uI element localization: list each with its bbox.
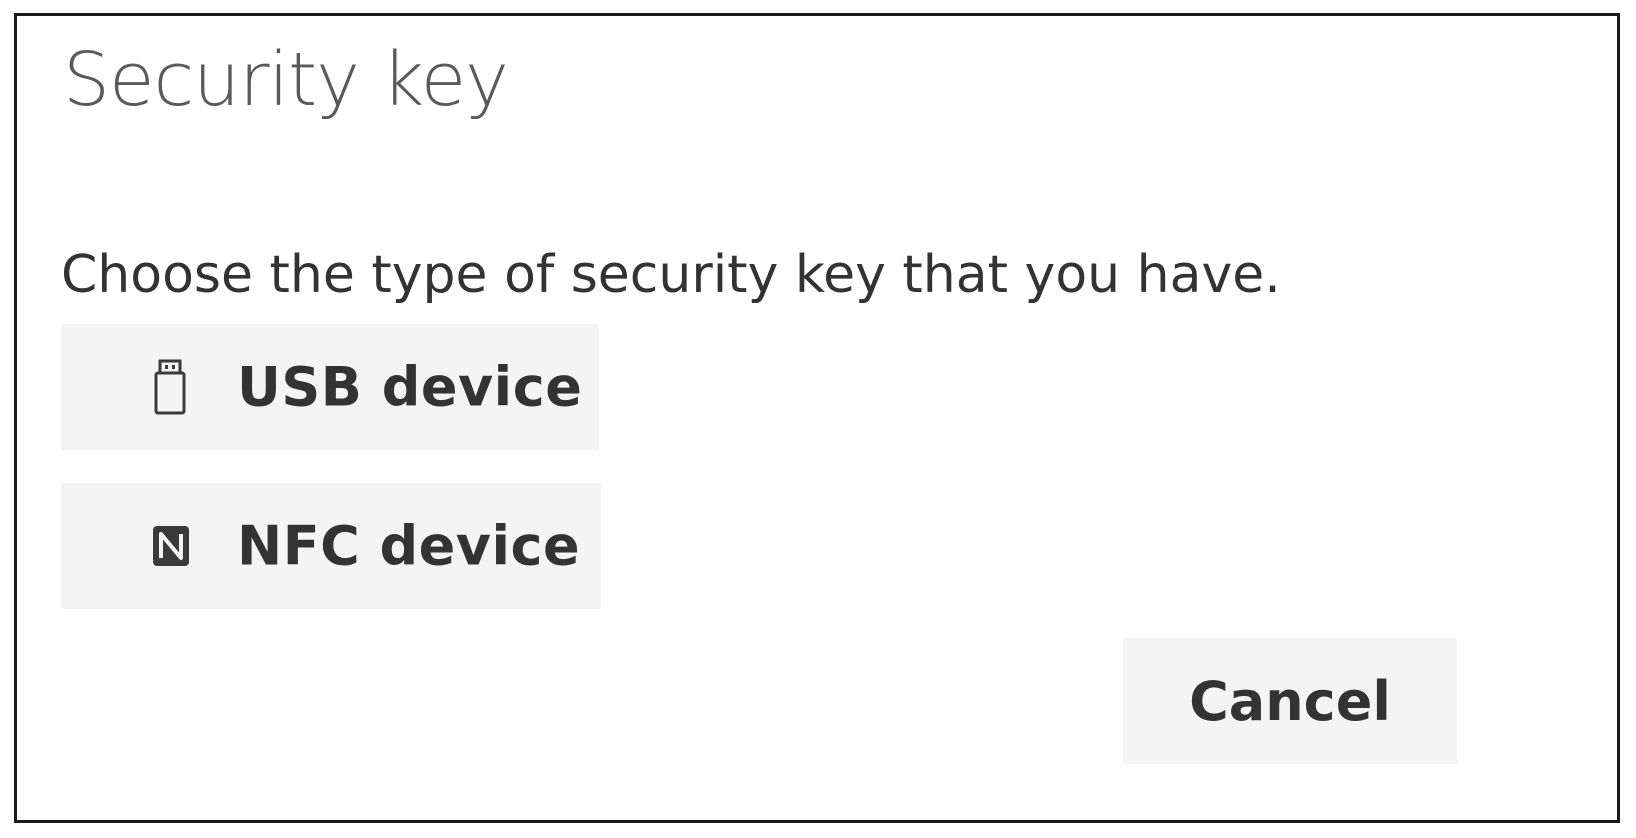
nfc-device-button[interactable]: NFC device (61, 483, 601, 609)
usb-drive-icon (151, 358, 191, 416)
nfc-icon (151, 517, 191, 575)
dialog-prompt: Choose the type of security key that you… (61, 245, 1281, 305)
usb-device-label: USB device (237, 355, 583, 419)
security-key-dialog: Security key Choose the type of security… (14, 13, 1620, 823)
dialog-title: Security key (63, 37, 509, 123)
nfc-device-label: NFC device (237, 514, 581, 578)
cancel-button[interactable]: Cancel (1123, 638, 1457, 764)
usb-device-button[interactable]: USB device (61, 324, 599, 450)
